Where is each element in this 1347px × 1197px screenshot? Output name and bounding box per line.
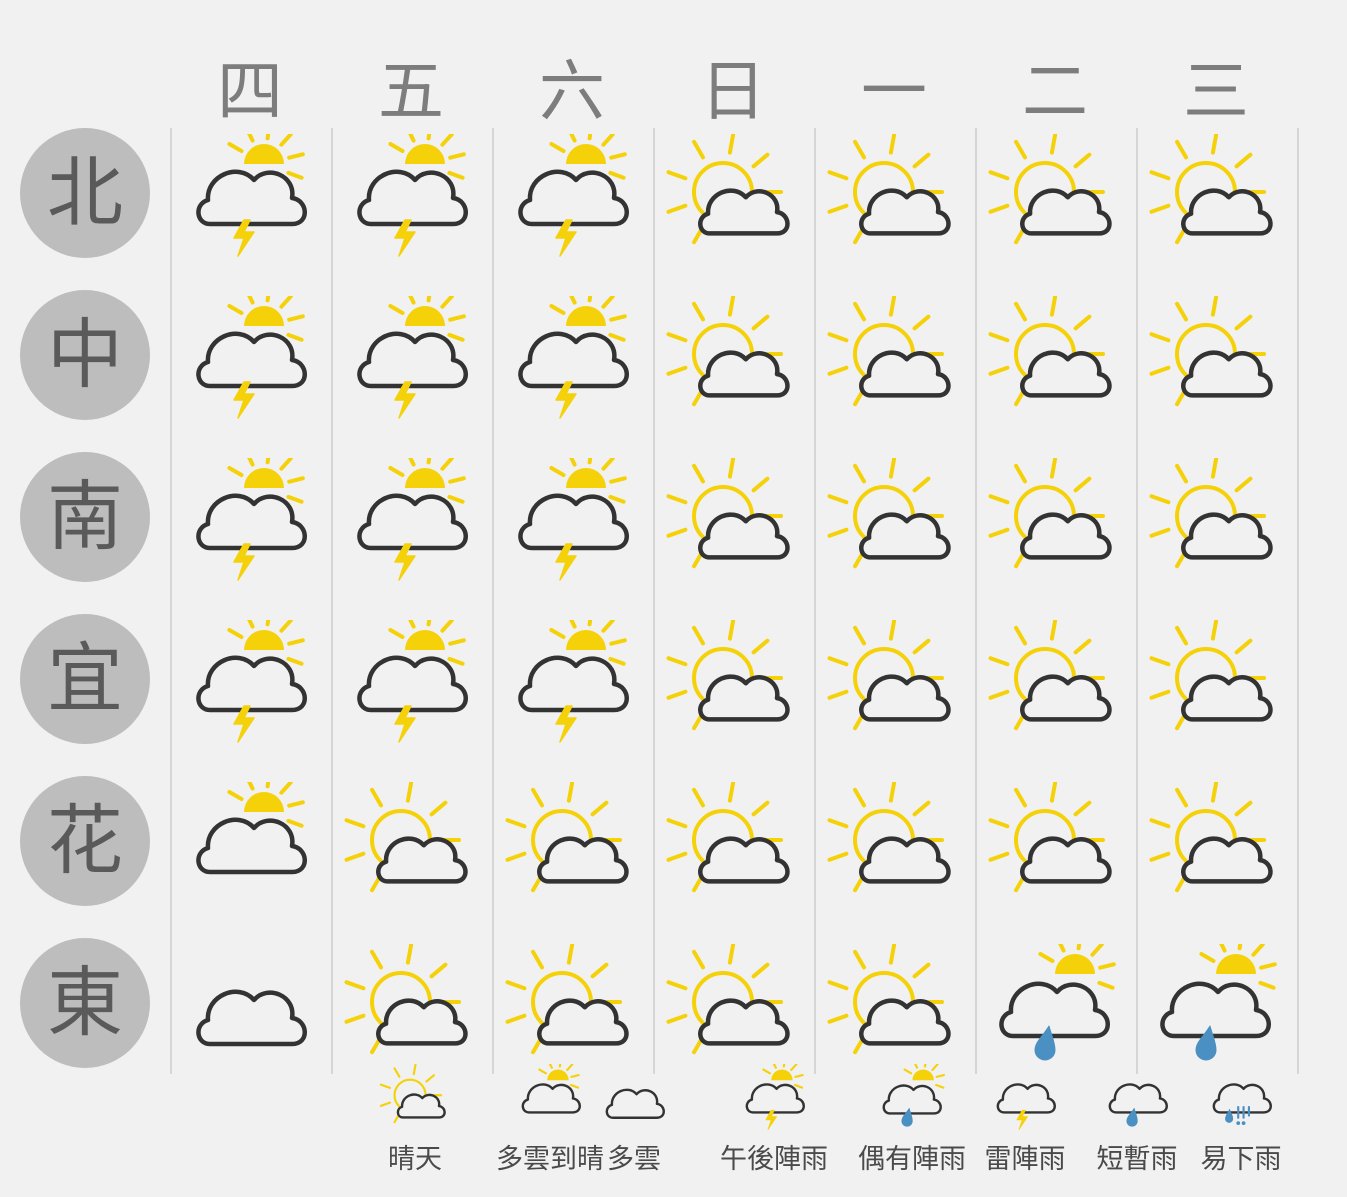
heavy-rain-icon: [1205, 1064, 1280, 1138]
thunder-partly-sunny-icon: [343, 446, 483, 588]
sunny-icon: [826, 942, 966, 1074]
column-divider: [975, 128, 977, 1074]
day-header: 六: [539, 53, 605, 130]
sunny-icon: [826, 132, 966, 264]
day-header: 一: [861, 53, 927, 130]
column-divider: [1136, 128, 1138, 1074]
sunny-icon: [1148, 294, 1288, 426]
thunder-partly-sunny-icon: [343, 122, 483, 264]
sunny-icon: [987, 294, 1127, 426]
thunder-partly-sunny-icon: [738, 1057, 813, 1138]
sunny-icon: [665, 618, 805, 750]
sunny-icon: [504, 780, 644, 912]
region-badge[interactable]: 東: [20, 938, 150, 1068]
column-divider: [170, 128, 172, 1074]
column-divider: [1297, 128, 1299, 1074]
partly-sunny-icon: [514, 1057, 589, 1138]
partly-sunny-icon: [182, 770, 322, 912]
column-divider: [653, 128, 655, 1074]
sunny-icon: [665, 780, 805, 912]
region-badge[interactable]: 北: [20, 128, 150, 258]
region-label: 宜: [47, 634, 123, 723]
sunny-icon: [826, 456, 966, 588]
thunder-partly-sunny-icon: [182, 284, 322, 426]
region-label: 中: [47, 310, 123, 399]
legend-label: 短暫雨: [1096, 1144, 1178, 1175]
thunder-partly-sunny-icon: [343, 284, 483, 426]
legend-label: 偶有陣雨: [858, 1144, 966, 1175]
region-label: 南: [47, 472, 123, 561]
sunny-icon: [987, 456, 1127, 588]
region-label: 花: [47, 796, 123, 885]
sunny-icon: [987, 618, 1127, 750]
sunny-icon: [343, 942, 483, 1074]
sunny-icon: [826, 780, 966, 912]
legend-label: 多雲: [607, 1144, 661, 1175]
legend-label: 雷陣雨: [984, 1144, 1066, 1175]
region-label: 東: [47, 958, 123, 1047]
day-header: 五: [378, 53, 444, 130]
column-divider: [331, 128, 333, 1074]
forecast-grid: 四 五 六 日 一 二 三北中南宜花東晴天 多雲到晴 多雲 午後陣雨 偶有陣雨 雷陣雨 短暫雨 易下雨: [0, 0, 1347, 1197]
sunny-icon: [987, 780, 1127, 912]
thunder-partly-sunny-icon: [182, 446, 322, 588]
sunny-icon: [1148, 780, 1288, 912]
legend-label: 午後陣雨: [720, 1144, 828, 1175]
rain-icon: [1101, 1064, 1176, 1138]
legend-label: 易下雨: [1200, 1144, 1282, 1175]
rain-partly-sunny-icon: [987, 932, 1127, 1074]
rain-partly-sunny-icon: [1148, 932, 1288, 1074]
cloudy-icon: [598, 1064, 673, 1138]
sunny-icon: [1148, 132, 1288, 264]
thunder-partly-sunny-icon: [504, 608, 644, 750]
sunny-icon: [504, 942, 644, 1074]
region-badge[interactable]: 宜: [20, 614, 150, 744]
sunny-icon: [665, 456, 805, 588]
sunny-icon: [826, 618, 966, 750]
thunder-icon: [989, 1064, 1064, 1138]
thunder-partly-sunny-icon: [182, 608, 322, 750]
sunny-icon: [665, 294, 805, 426]
rain-partly-sunny-icon: [876, 1057, 951, 1138]
region-badge[interactable]: 花: [20, 776, 150, 906]
sunny-icon: [1148, 456, 1288, 588]
day-header: 三: [1183, 53, 1249, 130]
sunny-icon: [826, 294, 966, 426]
day-header: 日: [700, 53, 766, 130]
day-header: 二: [1022, 53, 1088, 130]
sunny-icon: [343, 780, 483, 912]
legend-label: 晴天: [388, 1144, 442, 1175]
day-header: 四: [217, 53, 283, 130]
column-divider: [814, 128, 816, 1074]
sunny-icon: [665, 132, 805, 264]
region-badge[interactable]: 南: [20, 452, 150, 582]
thunder-partly-sunny-icon: [182, 122, 322, 264]
thunder-partly-sunny-icon: [504, 284, 644, 426]
sunny-icon: [665, 942, 805, 1074]
region-label: 北: [47, 148, 123, 237]
column-divider: [492, 128, 494, 1074]
region-badge[interactable]: 中: [20, 290, 150, 420]
sunny-icon: [379, 1063, 454, 1138]
sunny-icon: [1148, 618, 1288, 750]
sunny-icon: [987, 132, 1127, 264]
cloudy-icon: [182, 944, 322, 1074]
legend-label: 多雲到晴: [496, 1144, 604, 1175]
thunder-partly-sunny-icon: [504, 122, 644, 264]
thunder-partly-sunny-icon: [504, 446, 644, 588]
thunder-partly-sunny-icon: [343, 608, 483, 750]
